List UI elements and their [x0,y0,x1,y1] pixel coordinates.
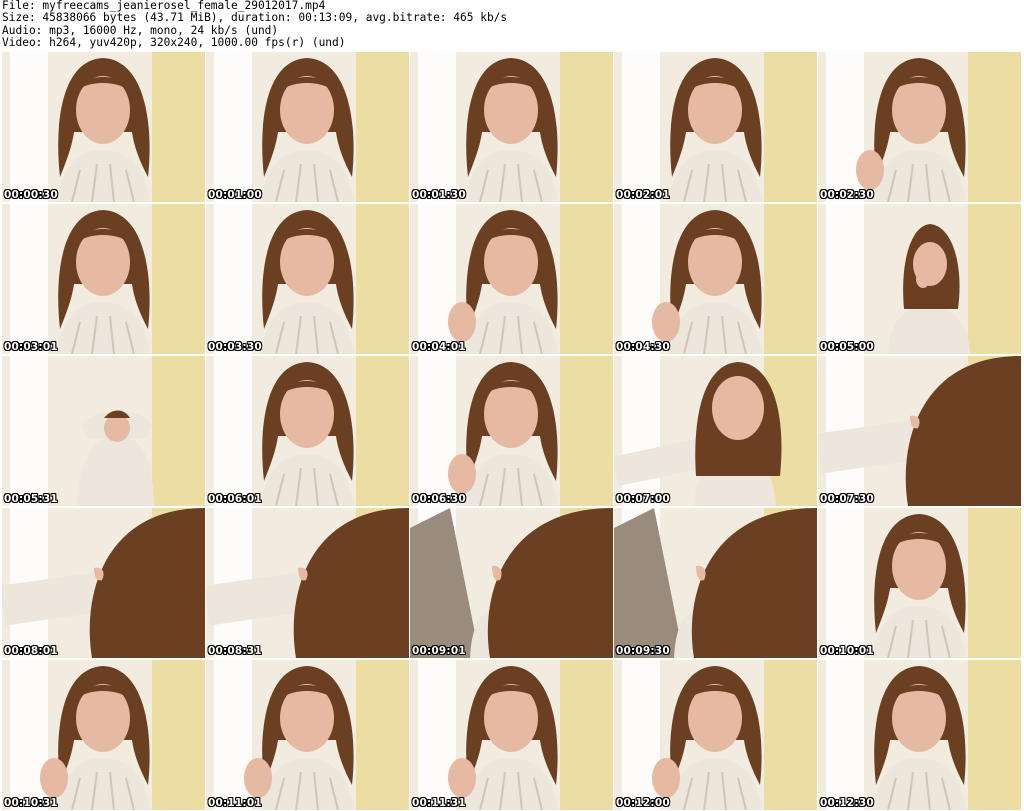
video-thumbnail: 00:12:00 [614,660,817,810]
thumbnail-timestamp: 00:05:00 [820,341,874,353]
video-thumbnail: 00:06:01 [206,356,409,506]
thumbnail-grid: 00:00:30 00:01:00 00:01:30 00:02:01 00:02:30… [0,0,1024,811]
thumbnail-timestamp: 00:01:30 [412,189,466,201]
video-thumbnail: 00:12:30 [818,660,1021,810]
thumbnail-timestamp: 00:03:01 [4,341,58,353]
video-thumbnail: 00:11:01 [206,660,409,810]
video-thumbnail: 00:10:31 [2,660,205,810]
thumbnail-timestamp: 00:08:01 [4,645,58,657]
video-thumbnail: 00:03:01 [2,204,205,354]
video-thumbnail: 00:00:30 [2,52,205,202]
video-thumbnail: 00:01:00 [206,52,409,202]
thumbnail-frame-image [614,356,817,506]
thumbnail-timestamp: 00:02:01 [616,189,670,201]
thumbnail-timestamp: 00:05:31 [4,493,58,505]
video-thumbnail: 00:10:01 [818,508,1021,658]
thumbnail-frame-image [206,204,409,354]
video-thumbnail: 00:01:30 [410,52,613,202]
video-thumbnail: 00:08:01 [2,508,205,658]
thumbnail-timestamp: 00:01:00 [208,189,262,201]
video-thumbnail: 00:02:30 [818,52,1021,202]
thumbnail-frame-image [818,52,1021,202]
thumbnail-timestamp: 00:10:31 [4,797,58,809]
thumbnail-timestamp: 00:04:01 [412,341,466,353]
thumbnail-frame-image [410,204,613,354]
thumbnail-frame-image [410,356,613,506]
thumbnail-timestamp: 00:08:31 [208,645,262,657]
thumbnail-frame-image [614,52,817,202]
video-thumbnail: 00:09:30 [614,508,817,658]
video-thumbnail: 00:04:01 [410,204,613,354]
thumbnail-frame-image [206,52,409,202]
video-thumbnail: 00:08:31 [206,508,409,658]
thumbnail-frame-image [2,660,205,810]
thumbnail-timestamp: 00:02:30 [820,189,874,201]
video-thumbnail: 00:02:01 [614,52,817,202]
thumbnail-timestamp: 00:07:00 [616,493,670,505]
thumbnail-frame-image [2,204,205,354]
thumbnail-frame-image [614,660,817,810]
thumbnail-timestamp: 00:10:01 [820,645,874,657]
video-thumbnail: 00:04:30 [614,204,817,354]
thumbnail-timestamp: 00:11:01 [208,797,262,809]
thumbnail-timestamp: 00:00:30 [4,189,58,201]
thumbnail-timestamp: 00:12:00 [616,797,670,809]
video-thumbnail: 00:03:30 [206,204,409,354]
video-thumbnail: 00:05:31 [2,356,205,506]
thumbnail-frame-image [614,508,817,658]
thumbnail-timestamp: 00:06:01 [208,493,262,505]
thumbnail-frame-image [410,508,613,658]
thumbnail-frame-image [818,204,1021,354]
thumbnail-timestamp: 00:09:01 [412,645,466,657]
thumbnail-frame-image [2,356,205,506]
thumbnail-timestamp: 00:03:30 [208,341,262,353]
thumbnail-frame-image [818,508,1021,658]
thumbnail-timestamp: 00:11:31 [412,797,466,809]
thumbnail-frame-image [2,52,205,202]
thumbnail-timestamp: 00:07:30 [820,493,874,505]
thumbnail-timestamp: 00:09:30 [616,645,670,657]
thumbnail-frame-image [818,356,1021,506]
thumbnail-frame-image [818,660,1021,810]
thumbnail-timestamp: 00:12:30 [820,797,874,809]
video-thumbnail: 00:07:00 [614,356,817,506]
video-thumbnail: 00:11:31 [410,660,613,810]
video-thumbnail: 00:07:30 [818,356,1021,506]
thumbnail-frame-image [2,508,205,658]
video-thumbnail: 00:09:01 [410,508,613,658]
thumbnail-frame-image [206,356,409,506]
thumbnail-timestamp: 00:04:30 [616,341,670,353]
thumbnail-frame-image [410,660,613,810]
thumbnail-frame-image [206,660,409,810]
video-thumbnail: 00:05:00 [818,204,1021,354]
thumbnail-frame-image [410,52,613,202]
thumbnail-frame-image [614,204,817,354]
thumbnail-timestamp: 00:06:30 [412,493,466,505]
video-thumbnail: 00:06:30 [410,356,613,506]
thumbnail-frame-image [206,508,409,658]
